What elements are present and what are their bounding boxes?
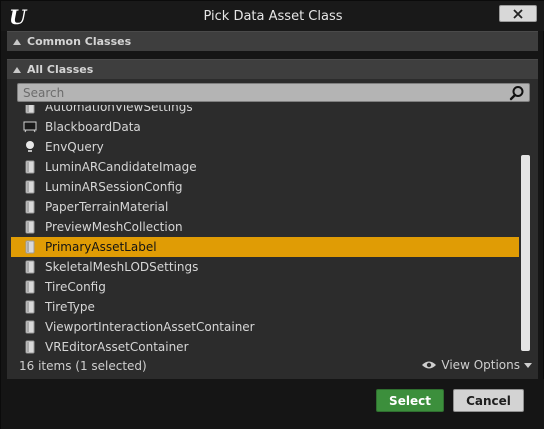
list-item-label: SkeletalMeshLODSettings	[45, 260, 199, 274]
data-asset-icon	[23, 179, 37, 195]
all-classes-header[interactable]: All Classes	[7, 59, 538, 79]
search-box[interactable]	[17, 83, 530, 102]
collapse-arrow-icon	[13, 66, 21, 73]
view-options-button[interactable]: View Options	[421, 358, 532, 372]
list-item[interactable]: VREditorAssetContainer	[11, 337, 519, 357]
class-list-panel: AutomationViewSettings BlackboardData EnvQ…	[7, 79, 538, 379]
list-item-label: PreviewMeshCollection	[45, 220, 183, 234]
list-item[interactable]: ViewportInteractionAssetContainer	[11, 317, 519, 337]
close-icon	[513, 8, 523, 19]
list-item[interactable]: PaperTerrainMaterial	[11, 197, 519, 217]
list-item[interactable]: TireConfig	[11, 277, 519, 297]
list-item[interactable]: TireType	[11, 297, 519, 317]
data-asset-icon	[23, 219, 37, 235]
scrollbar-thumb[interactable]	[521, 155, 530, 351]
list-item-label: PrimaryAssetLabel	[45, 240, 157, 254]
select-button[interactable]: Select	[376, 389, 444, 412]
list-item-label: TireType	[45, 300, 95, 314]
list-item[interactable]: BlackboardData	[11, 117, 519, 137]
cancel-button[interactable]: Cancel	[453, 389, 524, 412]
data-asset-icon	[23, 239, 37, 255]
env-query-icon	[23, 139, 37, 155]
data-asset-icon	[23, 299, 37, 315]
search-icon[interactable]	[509, 85, 525, 101]
search-input[interactable]	[18, 84, 498, 101]
data-asset-icon	[23, 279, 37, 295]
pick-data-asset-class-dialog: U Pick Data Asset Class Common Classes A…	[0, 0, 544, 429]
blackboard-icon	[23, 119, 37, 135]
list-item[interactable]: PreviewMeshCollection	[11, 217, 519, 237]
all-classes-label: All Classes	[27, 63, 94, 76]
list-item-label: LuminARCandidateImage	[45, 160, 197, 174]
list-item[interactable]: EnvQuery	[11, 137, 519, 157]
data-asset-icon	[23, 339, 37, 355]
list-item-label: LuminARSessionConfig	[45, 180, 183, 194]
common-classes-label: Common Classes	[27, 35, 132, 48]
data-asset-icon	[23, 259, 37, 275]
list-item[interactable]: PrimaryAssetLabel	[11, 237, 519, 257]
eye-icon	[422, 361, 437, 369]
class-list[interactable]: AutomationViewSettings BlackboardData EnvQ…	[11, 105, 519, 359]
list-item-label: BlackboardData	[45, 120, 141, 134]
list-item[interactable]: LuminARSessionConfig	[11, 177, 519, 197]
data-asset-icon	[23, 105, 37, 115]
item-count-status: 16 items (1 selected)	[19, 359, 147, 373]
common-classes-header[interactable]: Common Classes	[7, 31, 538, 51]
list-scrollbar[interactable]	[521, 105, 530, 357]
list-item-label: AutomationViewSettings	[45, 105, 193, 114]
list-item[interactable]: AutomationViewSettings	[11, 105, 519, 117]
dialog-footer: Select Cancel	[1, 379, 544, 429]
data-asset-icon	[23, 319, 37, 335]
list-item[interactable]: SkeletalMeshLODSettings	[11, 257, 519, 277]
title-bar[interactable]: U Pick Data Asset Class	[1, 1, 544, 31]
list-item[interactable]: LuminARCandidateImage	[11, 157, 519, 177]
window-title: Pick Data Asset Class	[203, 9, 343, 24]
data-asset-icon	[23, 159, 37, 175]
data-asset-icon	[23, 199, 37, 215]
list-item-label: EnvQuery	[45, 140, 104, 154]
list-item-label: VREditorAssetContainer	[45, 340, 189, 354]
close-button[interactable]	[499, 5, 537, 22]
chevron-down-icon	[524, 362, 532, 368]
view-options-label: View Options	[441, 358, 520, 372]
list-item-label: ViewportInteractionAssetContainer	[45, 320, 255, 334]
list-item-label: PaperTerrainMaterial	[45, 200, 169, 214]
collapse-arrow-icon	[13, 38, 21, 45]
list-item-label: TireConfig	[45, 280, 106, 294]
